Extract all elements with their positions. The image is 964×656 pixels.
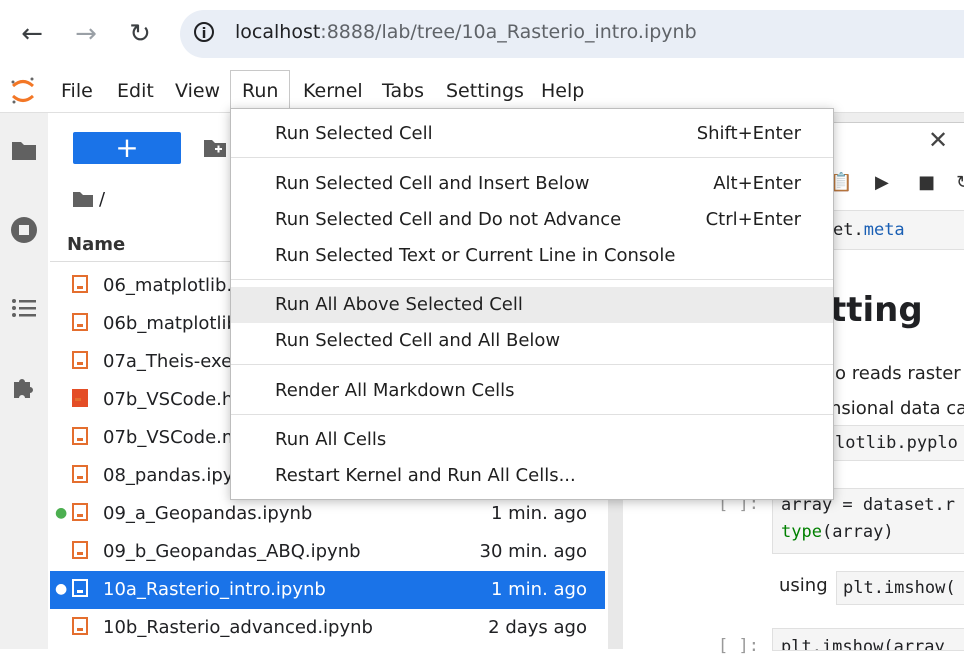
notebook-icon	[72, 275, 88, 293]
interrupt-kernel-icon[interactable]: ■	[918, 172, 935, 193]
menu-separator	[231, 414, 833, 415]
menu-item-run-and-all-below[interactable]: Run Selected Cell and All Below	[231, 323, 833, 359]
markdown-text: nsional data ca	[830, 398, 964, 419]
shortcut-label: Ctrl+Enter	[705, 209, 801, 230]
notebook-icon	[72, 503, 88, 521]
notebook-icon	[72, 427, 88, 445]
file-name: 10a_Rasterio_intro.ipynb	[103, 579, 326, 600]
notebook-icon	[72, 617, 88, 635]
notebook-icon	[72, 313, 88, 331]
file-name: 10b_Rasterio_advanced.ipynb	[103, 617, 373, 638]
menu-edit[interactable]: Edit	[117, 80, 154, 102]
file-name: 09_b_Geopandas_ABQ.ipynb	[103, 541, 361, 562]
restart-kernel-icon[interactable]: ↻	[956, 172, 964, 193]
new-launcher-button[interactable]: +	[73, 132, 181, 164]
menu-file[interactable]: File	[61, 80, 93, 102]
menu-settings[interactable]: Settings	[446, 80, 524, 102]
notebook-icon	[72, 465, 88, 483]
notebook-icon	[72, 541, 88, 559]
name-column-header[interactable]: Name	[67, 234, 125, 255]
menu-view[interactable]: View	[175, 80, 220, 102]
forward-icon[interactable]: →	[66, 14, 106, 54]
notebook-icon	[72, 351, 88, 369]
file-modified: 1 min. ago	[490, 503, 587, 524]
folder-icon[interactable]	[8, 134, 40, 166]
code-line: type(array)	[781, 522, 894, 542]
markdown-text: using	[779, 575, 828, 596]
markdown-heading: tting	[830, 290, 923, 330]
file-modified: 30 min. ago	[479, 541, 587, 562]
breadcrumb-folder-icon[interactable]	[72, 190, 94, 212]
file-name: 07a_Theis-exer	[103, 351, 240, 372]
file-row[interactable]: 10b_Rasterio_advanced.ipynb 2 days ago	[50, 609, 605, 647]
running-sessions-icon[interactable]	[8, 214, 40, 246]
notebook-icon	[72, 579, 88, 597]
site-info-icon[interactable]: i	[194, 22, 214, 42]
cell-prompt: [ ]:	[718, 636, 759, 656]
file-modified: 2 days ago	[488, 617, 587, 638]
running-indicator-icon: ●	[55, 581, 68, 597]
code-text: et.meta	[833, 220, 905, 240]
menu-tabs[interactable]: Tabs	[382, 80, 424, 102]
menu-item-run-do-not-advance[interactable]: Run Selected Cell and Do not Advance Ctr…	[231, 202, 833, 238]
menu-item-run-all-above[interactable]: Run All Above Selected Cell	[231, 287, 833, 323]
menu-separator	[231, 157, 833, 158]
run-cell-icon[interactable]: ▶	[875, 172, 889, 193]
file-row[interactable]: ● 09_a_Geopandas.ipynb 1 min. ago	[50, 495, 605, 533]
menu-separator	[231, 364, 833, 365]
reload-icon[interactable]: ↻	[120, 14, 160, 54]
menu-item-render-markdown[interactable]: Render All Markdown Cells	[231, 373, 833, 409]
menu-run[interactable]: Run	[242, 80, 278, 102]
menu-kernel[interactable]: Kernel	[303, 80, 363, 102]
file-name: 09_a_Geopandas.ipynb	[103, 503, 313, 524]
file-row-selected[interactable]: ● 10a_Rasterio_intro.ipynb 1 min. ago	[50, 571, 605, 609]
run-menu-dropdown: Run Selected Cell Shift+Enter Run Select…	[230, 108, 834, 500]
file-modified: 1 min. ago	[490, 579, 587, 600]
table-of-contents-icon[interactable]	[8, 292, 40, 324]
file-name: 06_matplotlib.i	[103, 275, 238, 296]
html5-icon	[72, 389, 88, 407]
file-name: 08_pandas.ipyn	[103, 465, 245, 486]
markdown-text: io reads raster	[830, 363, 961, 384]
menu-item-run-and-insert-below[interactable]: Run Selected Cell and Insert Below Alt+E…	[231, 166, 833, 202]
url-text[interactable]: localhost:8888/lab/tree/10a_Rasterio_int…	[235, 21, 697, 43]
menu-help[interactable]: Help	[541, 80, 584, 102]
menu-item-restart-and-run-all[interactable]: Restart Kernel and Run All Cells...	[231, 458, 833, 494]
jupyter-logo-icon	[10, 76, 36, 106]
running-indicator-icon: ●	[55, 505, 68, 521]
breadcrumb-path[interactable]: /	[99, 189, 105, 210]
new-folder-icon[interactable]	[203, 138, 227, 162]
file-name: 07b_VSCode.m	[103, 427, 240, 448]
code-cell[interactable]: plt.imshow(array	[772, 628, 964, 651]
inline-code: lotlib.pyplo	[830, 425, 964, 461]
shortcut-label: Shift+Enter	[696, 123, 801, 144]
close-tab-icon[interactable]: ✕	[928, 126, 948, 154]
menu-item-run-in-console[interactable]: Run Selected Text or Current Line in Con…	[231, 238, 833, 274]
shortcut-label: Alt+Enter	[713, 173, 801, 194]
file-name: 07b_VSCode.ht	[103, 389, 241, 410]
extensions-puzzle-icon[interactable]	[8, 372, 40, 404]
menu-item-run-selected-cell[interactable]: Run Selected Cell Shift+Enter	[231, 116, 833, 152]
back-icon[interactable]: ←	[12, 14, 52, 54]
file-name: 06b_matplotlib	[103, 313, 238, 334]
file-row[interactable]: 09_b_Geopandas_ABQ.ipynb 30 min. ago	[50, 533, 605, 571]
menu-separator	[231, 279, 833, 280]
inline-code: plt.imshow(	[836, 571, 964, 605]
menu-item-run-all-cells[interactable]: Run All Cells	[231, 422, 833, 458]
